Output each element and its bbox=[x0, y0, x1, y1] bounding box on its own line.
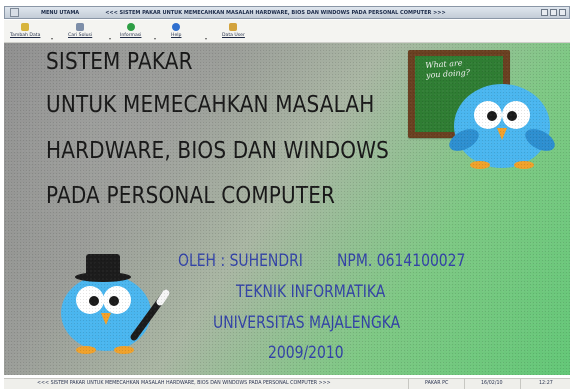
bird-illustration-bottom bbox=[61, 254, 170, 354]
information-icon bbox=[126, 23, 135, 31]
toolbar-item-data-user[interactable]: Data User bbox=[222, 23, 245, 38]
help-icon bbox=[172, 23, 181, 31]
add-data-icon bbox=[21, 23, 30, 31]
toolbar-item-help[interactable]: Help bbox=[171, 23, 181, 38]
window-menu-label: MENU UTAMA bbox=[41, 9, 80, 16]
heading-line-4: PADA PERSONAL COMPUTER bbox=[46, 183, 336, 209]
main-toolbar: Tambah Data ▾ Cari Solusi ▾ Informasi ▾ … bbox=[4, 20, 570, 43]
application-window: MENU UTAMA <<< SISTEM PAKAR UNTUK MEMECA… bbox=[0, 0, 574, 392]
splash-content: SISTEM PAKAR UNTUK MEMECAHKAN MASALAH HA… bbox=[4, 43, 570, 375]
toolbar-label-help: Help bbox=[171, 33, 182, 38]
toolbar-item-tambah-data[interactable]: Tambah Data bbox=[10, 23, 40, 38]
toolbar-item-informasi[interactable]: Informasi bbox=[120, 23, 141, 38]
window-controls bbox=[541, 9, 566, 16]
chalkboard-surface: What are you doing? bbox=[415, 56, 503, 132]
minimize-button[interactable] bbox=[541, 9, 548, 16]
chalkboard: What are you doing? bbox=[408, 50, 510, 138]
chevron-down-icon: ▾ bbox=[109, 36, 112, 41]
bird-illustration-top bbox=[449, 84, 555, 169]
author-name: OLEH : SUHENDRI bbox=[178, 251, 303, 271]
status-title: <<< SISTEM PAKAR UNTUK MEMECAHKAN MASALA… bbox=[37, 381, 331, 386]
heading-line-3: HARDWARE, BIOS DAN WINDOWS bbox=[46, 138, 390, 164]
title-bar: MENU UTAMA <<< SISTEM PAKAR UNTUK MEMECA… bbox=[4, 6, 570, 19]
close-button[interactable] bbox=[559, 9, 566, 16]
status-time: 12:27 bbox=[539, 381, 553, 386]
app-icon[interactable] bbox=[10, 8, 19, 17]
chevron-down-icon: ▾ bbox=[51, 36, 54, 41]
data-user-icon bbox=[229, 23, 238, 31]
status-separator-2 bbox=[464, 379, 465, 389]
status-separator-3 bbox=[520, 379, 521, 389]
academic-year: 2009/2010 bbox=[268, 343, 344, 363]
student-number: NPM. 0614100027 bbox=[337, 251, 466, 271]
status-separator-1 bbox=[408, 379, 409, 389]
toolbar-label-data-user: Data User bbox=[222, 33, 245, 38]
maximize-button[interactable] bbox=[550, 9, 557, 16]
window-title: <<< SISTEM PAKAR UNTUK MEMECAHKAN MASALA… bbox=[105, 9, 446, 16]
toolbar-item-cari-solusi[interactable]: Cari Solusi bbox=[68, 23, 92, 38]
status-bar: <<< SISTEM PAKAR UNTUK MEMECAHKAN MASALA… bbox=[4, 378, 570, 389]
heading-line-2: UNTUK MEMECAHKAN MASALAH bbox=[46, 92, 375, 118]
toolbar-label-informasi: Informasi bbox=[120, 33, 142, 38]
major-name: TEKNIK INFORMATIKA bbox=[236, 282, 386, 302]
status-date: 16/02/10 bbox=[481, 381, 503, 386]
toolbar-label-tambah-data: Tambah Data bbox=[10, 33, 41, 38]
binoculars-icon bbox=[76, 23, 85, 31]
chevron-down-icon: ▾ bbox=[154, 36, 157, 41]
heading-line-1: SISTEM PAKAR bbox=[46, 49, 193, 75]
chalkboard-text: What are you doing? bbox=[425, 58, 471, 80]
chevron-down-icon: ▾ bbox=[205, 36, 208, 41]
toolbar-label-cari-solusi: Cari Solusi bbox=[68, 33, 93, 38]
university-name: UNIVERSITAS MAJALENGKA bbox=[213, 313, 401, 333]
status-app: PAKAR PC bbox=[425, 381, 449, 386]
